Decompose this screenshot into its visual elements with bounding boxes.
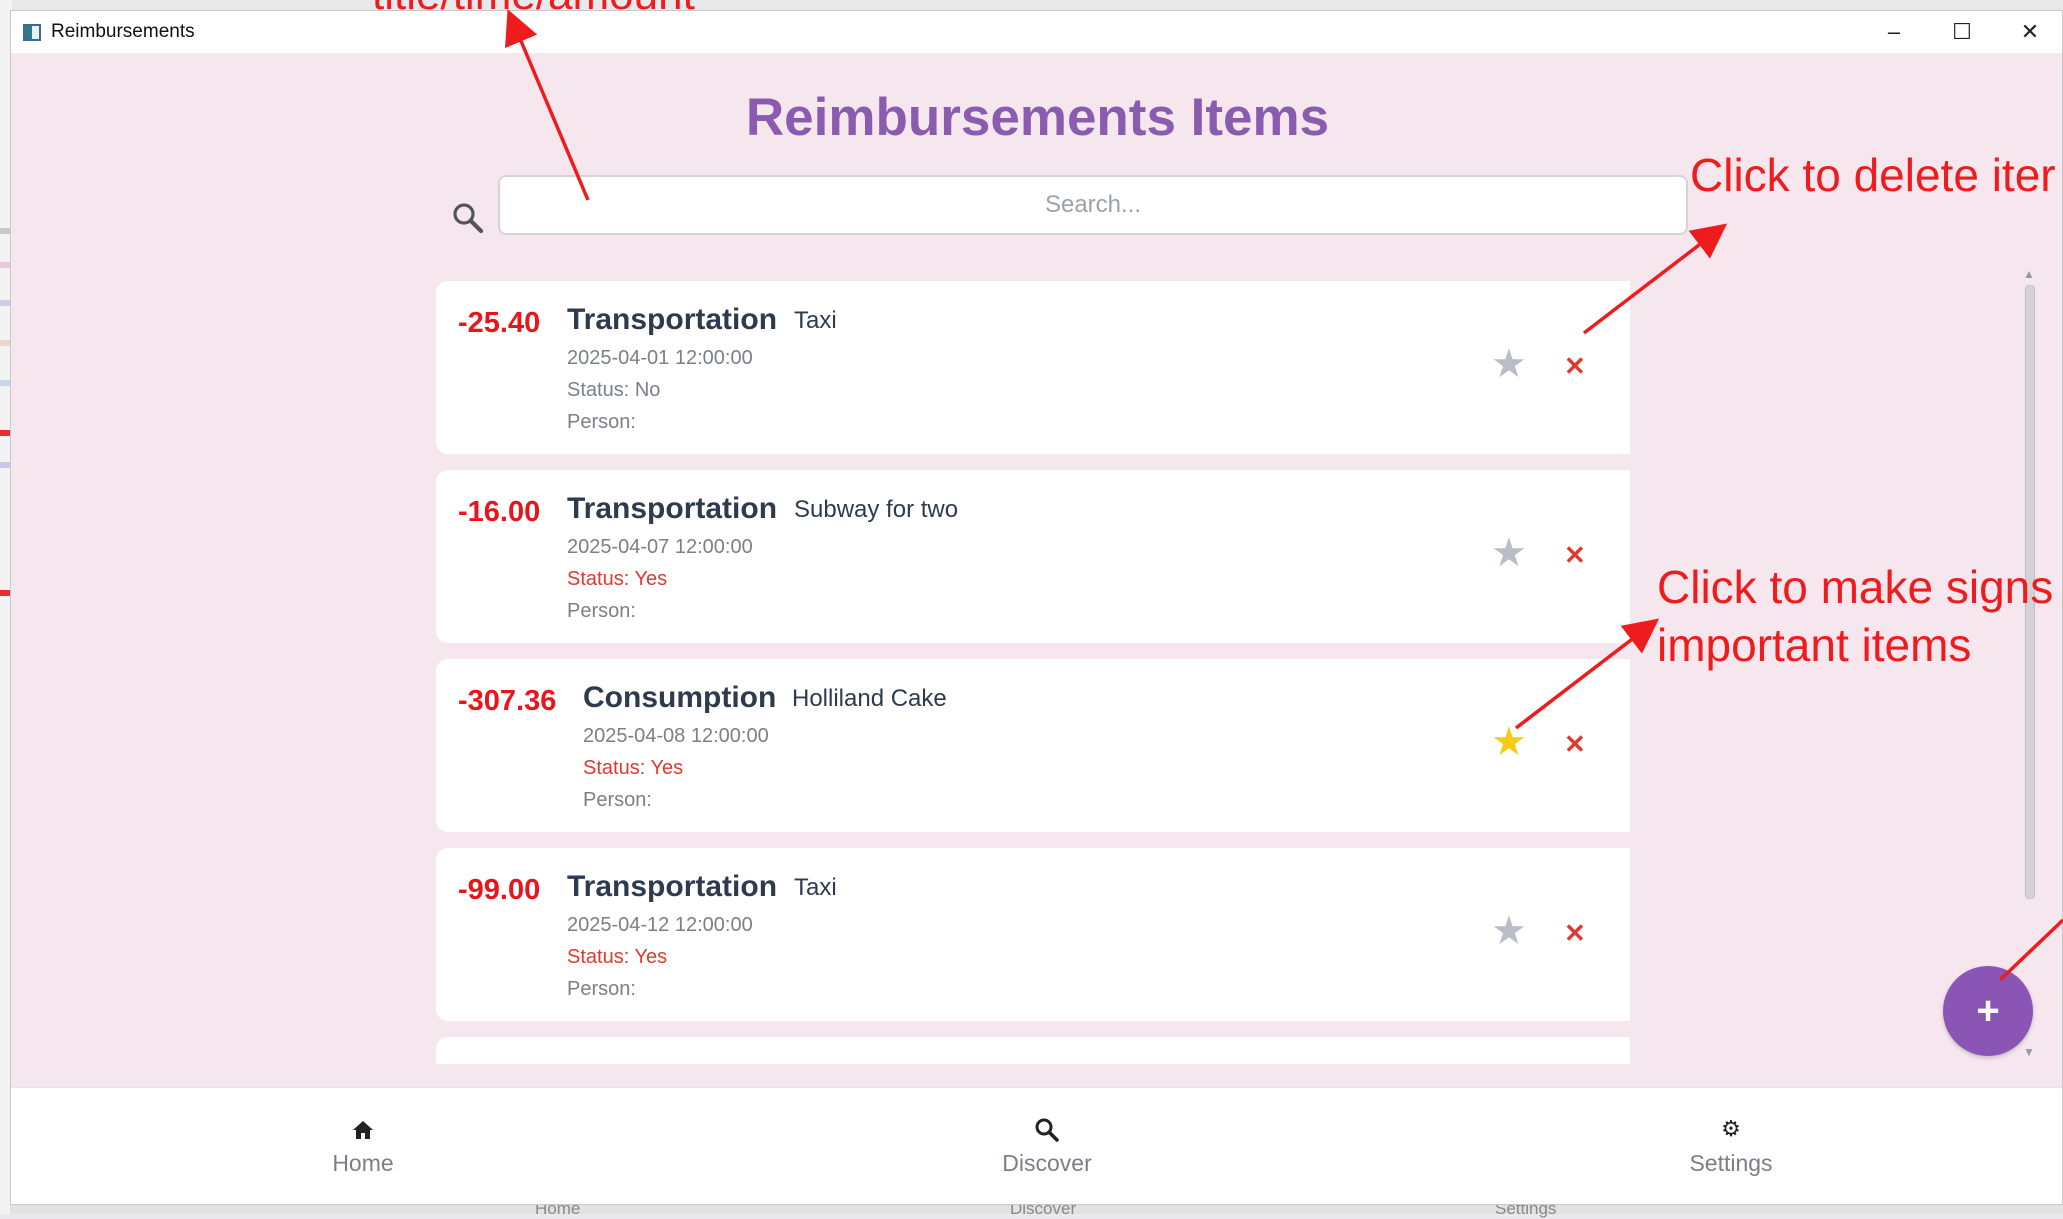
annotation-arrows <box>505 9 2063 982</box>
arrow-to-search <box>505 9 590 201</box>
arrow-to-add <box>1998 918 2063 982</box>
arrow-to-star <box>1514 618 1660 730</box>
arrow-to-delete <box>1582 223 1728 335</box>
